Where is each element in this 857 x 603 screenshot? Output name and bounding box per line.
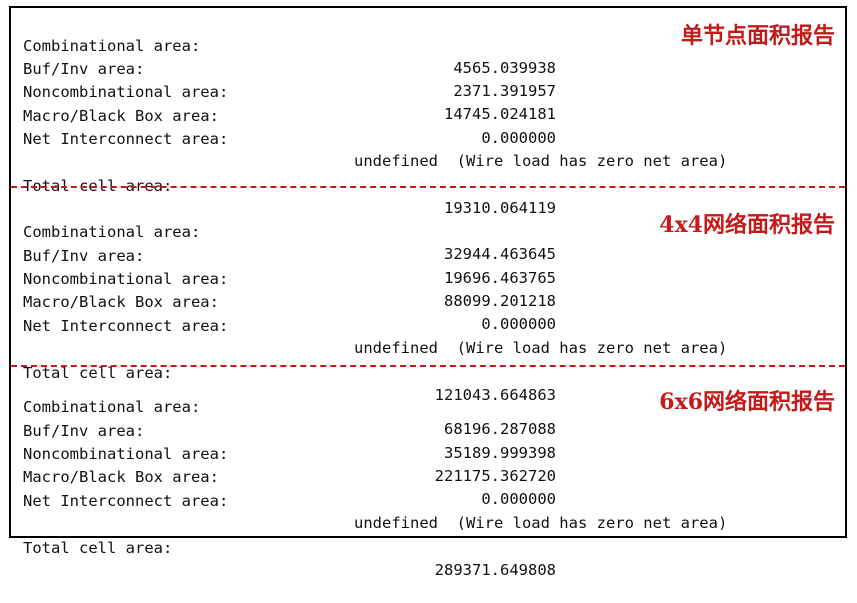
- row-label: Net Interconnect area:: [23, 130, 229, 148]
- row-value: 35189.999398: [444, 444, 556, 462]
- section-title: 6x6网络面积报告: [659, 389, 835, 415]
- report-row: Buf/Inv area: 35189.999398: [11, 398, 556, 462]
- report-row: Net Interconnect area: undefined (Wire l…: [11, 468, 727, 532]
- report-row: Buf/Inv area: 19696.463765: [11, 223, 556, 287]
- row-value: 68196.287088: [444, 420, 556, 438]
- 6x6-network-area-report: 6x6网络面积报告 Combinational area: 68196.2870…: [11, 368, 845, 579]
- total-row: Total cell area: 121043.664863: [11, 340, 556, 404]
- 4x4-network-area-report: 4x4网络面积报告 Combinational area: 32944.4636…: [11, 189, 845, 404]
- report-row: Combinational area: 4565.039938: [11, 13, 556, 77]
- report-row: Noncombinational area: 221175.362720: [11, 421, 556, 485]
- area-report-frame: 单节点面积报告 Combinational area: 4565.039938 …: [9, 6, 847, 579]
- section-title: 单节点面积报告: [680, 23, 835, 49]
- row-value: 32944.463645: [444, 245, 556, 263]
- row-value: 2371.391957: [453, 82, 556, 100]
- row-value: 0.000000: [481, 490, 556, 508]
- row-value: 221175.362720: [434, 467, 556, 485]
- report-row: Net Interconnect area: undefined (Wire l…: [11, 293, 727, 357]
- report-row: Buf/Inv area: 2371.391957: [11, 36, 556, 100]
- report-row: Net Interconnect area: undefined (Wire l…: [11, 106, 727, 170]
- row-value: 0.000000: [481, 315, 556, 333]
- report-row: Macro/Black Box area: 0.000000: [11, 269, 556, 333]
- report-row: Noncombinational area: 88099.201218: [11, 246, 556, 310]
- report-row: Combinational area: 32944.463645: [11, 199, 556, 263]
- single-node-area-report: 单节点面积报告 Combinational area: 4565.039938 …: [11, 8, 845, 217]
- row-value: 14745.024181: [444, 105, 556, 123]
- report-row: Noncombinational area: 14745.024181: [11, 59, 556, 123]
- row-value: 4565.039938: [453, 59, 556, 77]
- row-value: undefined (Wire load has zero net area): [354, 514, 728, 532]
- section-title: 4x4网络面积报告: [659, 212, 835, 238]
- report-row: Macro/Black Box area: 0.000000: [11, 83, 556, 147]
- report-row: Combinational area: 68196.287088: [11, 374, 556, 438]
- total-value: 289371.649808: [434, 561, 556, 579]
- row-value: undefined (Wire load has zero net area): [354, 152, 728, 170]
- report-row: Macro/Black Box area: 0.000000: [11, 444, 556, 508]
- row-label: Net Interconnect area:: [23, 492, 229, 510]
- total-row: Total cell area: 19310.064119: [11, 153, 556, 217]
- row-value: 19696.463765: [444, 269, 556, 287]
- row-value: 88099.201218: [444, 292, 556, 310]
- total-row: Total cell area: 289371.649808: [11, 515, 556, 579]
- section-divider: [11, 365, 845, 367]
- row-value: 0.000000: [481, 129, 556, 147]
- row-label: Net Interconnect area:: [23, 317, 229, 335]
- total-label: Total cell area:: [23, 539, 173, 557]
- section-divider: [11, 186, 845, 188]
- row-value: undefined (Wire load has zero net area): [354, 339, 728, 357]
